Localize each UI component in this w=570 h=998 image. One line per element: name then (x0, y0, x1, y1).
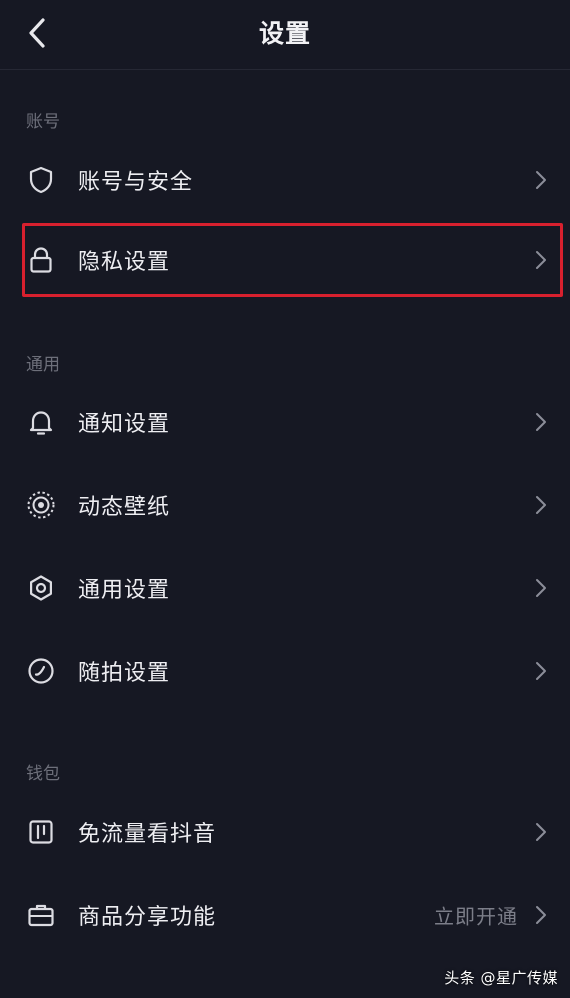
settings-item-label: 通知设置 (78, 412, 171, 437)
settings-item-live-wallpaper[interactable]: 动态壁纸 (0, 470, 570, 540)
settings-item-label: 账号与安全 (78, 170, 194, 195)
settings-item-account-security[interactable]: 账号与安全 (0, 145, 570, 215)
header: 设置 (0, 0, 570, 70)
briefcase-icon (26, 900, 56, 930)
chevron-right-icon (534, 660, 548, 682)
data-free-icon (26, 817, 56, 847)
chevron-right-icon (534, 577, 548, 599)
settings-item-label: 随拍设置 (78, 661, 171, 686)
settings-item-data-free[interactable]: 免流量看抖音 (0, 797, 570, 867)
settings-item-label: 免流量看抖音 (78, 822, 217, 847)
chevron-right-icon (534, 494, 548, 516)
settings-item-notifications[interactable]: 通知设置 (0, 387, 570, 457)
watermark: 头条 @星广传媒 (444, 969, 558, 987)
section-label-account: 账号 (26, 112, 60, 132)
chevron-right-icon (534, 411, 548, 433)
bell-icon (26, 407, 56, 437)
settings-item-quick-shot[interactable]: 随拍设置 (0, 636, 570, 706)
settings-item-label: 动态壁纸 (78, 495, 171, 520)
settings-screen: 设置 账号 账号与安全 隐私设置 通用 通知设置 动态壁纸 通用设置 随拍设置 … (0, 0, 570, 998)
chevron-right-icon (534, 904, 548, 926)
section-label-general: 通用 (26, 355, 60, 375)
section-label-wallet: 钱包 (26, 764, 60, 784)
check-circle-icon (26, 656, 56, 686)
settings-item-label: 通用设置 (78, 578, 171, 603)
activate-now-link[interactable]: 立即开通 (434, 901, 518, 930)
shield-icon (26, 165, 56, 195)
gear-icon (26, 573, 56, 603)
settings-item-product-sharing[interactable]: 商品分享功能 立即开通 (0, 880, 570, 950)
settings-item-label: 商品分享功能 (78, 905, 217, 930)
chevron-right-icon (534, 821, 548, 843)
highlight-box (22, 223, 563, 297)
page-title: 设置 (258, 19, 311, 48)
wallpaper-icon (26, 490, 56, 520)
chevron-right-icon (534, 169, 548, 191)
settings-item-general[interactable]: 通用设置 (0, 553, 570, 623)
